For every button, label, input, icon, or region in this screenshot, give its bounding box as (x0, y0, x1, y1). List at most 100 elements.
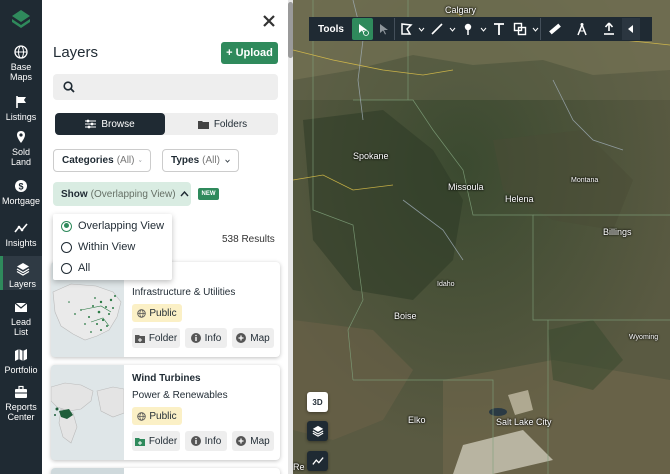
rail-item-portfolio[interactable]: Portfolio (0, 348, 42, 375)
search-field[interactable] (53, 74, 278, 100)
chevron-down-icon (418, 27, 424, 32)
search-input[interactable] (83, 78, 271, 96)
folder-plus-icon (134, 437, 145, 446)
tab-label: Browse (101, 118, 135, 130)
rail-item-base-maps[interactable]: Base Maps (0, 45, 42, 82)
flag-icon (16, 96, 26, 108)
line-menu-caret[interactable] (447, 27, 457, 32)
folder-plus-icon (134, 334, 145, 343)
rail-label: Listings (5, 112, 37, 122)
folder-label: Folder (148, 332, 178, 344)
tab-folders[interactable]: Folders (167, 113, 278, 135)
close-icon[interactable] (260, 12, 278, 30)
select-tool-button[interactable] (352, 18, 373, 40)
app-logo[interactable] (0, 0, 42, 40)
radio-icon[interactable] (61, 262, 72, 274)
layers-control-button[interactable] (307, 421, 328, 441)
ruler-tool-button[interactable] (544, 18, 565, 40)
map-label-missoula: Missoula (448, 182, 484, 192)
option-all[interactable]: All (61, 262, 90, 274)
info-button[interactable]: Info (185, 431, 227, 451)
new-badge: NEW (198, 188, 219, 200)
three-d-button[interactable]: 3D (307, 392, 328, 412)
layer-card[interactable]: Wind Turbines Power & Renewables Public … (51, 365, 280, 460)
satellite-map (293, 0, 670, 474)
layer-card[interactable] (51, 468, 280, 474)
badge-label: Public (149, 410, 177, 422)
map-label-wyoming: Wyoming (629, 334, 659, 341)
select-alt-tool-button[interactable] (373, 18, 394, 40)
map-label-billings: Billings (603, 227, 632, 237)
folder-button[interactable]: Folder (132, 328, 180, 348)
shape-menu-caret[interactable] (530, 27, 540, 32)
marker-menu-caret[interactable] (478, 27, 488, 32)
sliders-icon (85, 119, 97, 129)
radio-icon[interactable] (61, 241, 72, 253)
layers-icon (312, 425, 323, 437)
map-label: Map (250, 435, 270, 447)
option-within-view[interactable]: Within View (61, 241, 135, 253)
rail-item-listings[interactable]: Listings (0, 95, 42, 122)
tools-toolbar: Tools (309, 17, 652, 41)
info-icon (190, 333, 201, 343)
pin-icon (17, 131, 25, 143)
option-label: Within View (78, 241, 136, 253)
upload-button[interactable]: + Upload (221, 42, 278, 64)
tab-browse[interactable]: Browse (55, 113, 165, 135)
types-label: Types (171, 155, 200, 166)
option-overlapping-view[interactable]: Overlapping View (61, 220, 164, 232)
categories-label: Categories (62, 155, 114, 166)
text-icon (493, 23, 504, 35)
rail-item-layers[interactable]: Layers (0, 256, 42, 290)
info-icon (190, 436, 201, 446)
rail-item-mortgage[interactable]: $ Mortgage (0, 179, 42, 206)
line-tool-button[interactable] (426, 18, 447, 40)
collapse-toolbar-button[interactable] (622, 18, 640, 40)
rail-item-sold-land[interactable]: Sold Land (0, 130, 42, 167)
map-view[interactable]: Calgary Spokane Missoula Helena Montana … (293, 0, 670, 474)
panel-header: Layers + Upload Browse Folders Categorie… (42, 0, 292, 218)
map-label-idaho: Idaho (437, 281, 455, 288)
marker-tool-button[interactable] (457, 18, 478, 40)
polygon-menu-caret[interactable] (416, 27, 426, 32)
map-label-montana: Montana (571, 177, 599, 184)
map-label-salt-lake-city: Salt Lake City (496, 417, 552, 427)
chevron-up-icon (180, 191, 189, 197)
shape-tool-button[interactable] (509, 18, 530, 40)
types-dropdown[interactable]: Types (All) (162, 149, 239, 172)
select-alt-icon (379, 24, 388, 35)
rail-item-reports-center[interactable]: Reports Center (0, 385, 42, 422)
add-to-map-button[interactable]: Map (232, 328, 274, 348)
layers-icon (16, 263, 29, 276)
panel-title: Layers (53, 44, 99, 61)
mail-icon (14, 302, 28, 312)
show-options-menu: Overlapping View Within View All (53, 214, 172, 280)
chevron-down-icon (532, 27, 538, 32)
text-tool-button[interactable] (488, 18, 509, 40)
radio-selected-icon[interactable] (61, 220, 72, 232)
logo-icon (12, 10, 30, 28)
results-count: 538 Results (222, 234, 275, 245)
globe-icon (137, 411, 147, 421)
insights-control-button[interactable] (307, 451, 328, 471)
map-label-elko: Elko (408, 415, 426, 425)
layer-thumbnail (51, 365, 124, 460)
compass-tool-button[interactable] (571, 18, 592, 40)
rail-label: Insights (5, 238, 37, 248)
export-tool-button[interactable] (598, 18, 619, 40)
line-icon (430, 23, 443, 35)
show-label: Show (61, 188, 88, 200)
polygon-tool-button[interactable] (395, 18, 416, 40)
show-dropdown[interactable]: Show (Overlapping View) (53, 182, 191, 206)
folder-button[interactable]: Folder (132, 431, 180, 451)
chevron-down-icon (139, 159, 142, 162)
marker-icon (464, 23, 471, 35)
categories-dropdown[interactable]: Categories (All) (53, 149, 151, 172)
info-button[interactable]: Info (185, 328, 227, 348)
layers-panel: 538 Results Infrastructure & Utilities P… (42, 0, 292, 474)
globe-icon (14, 45, 28, 59)
rail-item-insights[interactable]: Insights (0, 221, 42, 248)
public-badge: Public (132, 407, 182, 425)
rail-item-lead-list[interactable]: Lead List (0, 300, 42, 337)
add-to-map-button[interactable]: Map (232, 431, 274, 451)
